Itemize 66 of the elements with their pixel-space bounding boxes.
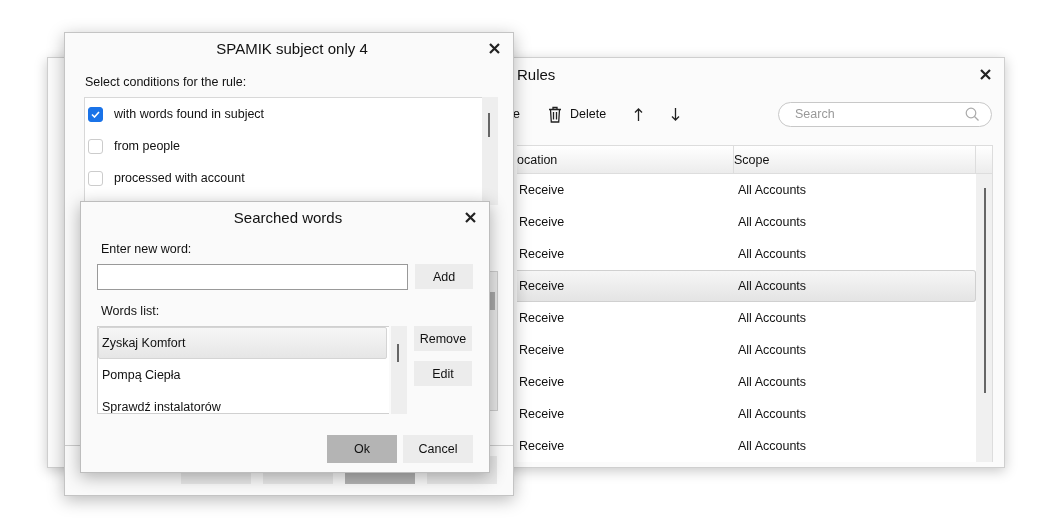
table-row[interactable]: Receive All Accounts [517,430,976,462]
table-cell-text: Receive [518,406,566,423]
close-button[interactable] [463,210,477,224]
condition-label[interactable]: with words found in subject [114,107,265,121]
close-button[interactable] [978,67,992,81]
table-cell-text: All Accounts [737,374,808,391]
table-cell-text: Receive [518,246,566,263]
table-cell-text: Receive [518,182,566,199]
close-icon [488,42,500,54]
table-cell-text: Receive [518,438,566,455]
table-cell-text: Receive [518,374,566,391]
condition-label[interactable]: from people [114,139,180,153]
table-cell-text: All Accounts [737,310,808,327]
scrollbar-thumb[interactable] [984,188,986,393]
close-button[interactable] [487,41,501,55]
table-cell-text: All Accounts [737,406,808,423]
list-item[interactable]: Sprawdź instalatorów [98,391,387,413]
table-row[interactable]: Receive All Accounts [517,302,976,334]
column-header[interactable]: Scope [734,146,976,173]
table-row[interactable]: Receive All Accounts [517,206,976,238]
arrow-down-icon [671,107,681,121]
dialog-button[interactable]: Cancel [403,435,473,463]
checkbox[interactable] [88,106,103,122]
checkbox[interactable] [88,170,103,186]
add-button[interactable]: Add [415,264,473,289]
table-cell-text: Receive [518,214,566,231]
dialog-title: SPAMIK subject only 4 [215,39,369,57]
table-row[interactable]: Receive All Accounts [517,270,976,302]
delete-button[interactable]: Delete [547,101,607,127]
table-cell-text: Receive [518,342,566,359]
table-row[interactable]: Receive All Accounts [517,238,976,270]
list-item[interactable]: Zyskaj Komfort [98,327,387,359]
dialog-title: Searched words [232,208,344,226]
trash-icon [547,105,562,123]
list-label: Words list: [101,304,161,320]
table-cell-text: All Accounts [737,278,808,295]
close-icon [979,68,991,80]
window-title: Rules [517,65,557,83]
table-cell-text: All Accounts [737,182,808,199]
condition-label[interactable]: processed with account [114,171,245,185]
checkbox[interactable] [88,138,103,154]
conditions-label: Select conditions for the rule: [85,75,248,91]
table-row[interactable]: Receive All Accounts [517,366,976,398]
arrow-up-icon [634,107,644,121]
table-cell-text: Receive [518,278,566,295]
word-input[interactable] [97,264,408,290]
field-label: Enter new word: [101,242,193,258]
table-cell-text: All Accounts [737,246,808,263]
column-header[interactable]: ocation [517,146,734,173]
list-item[interactable]: Pompą Ciepła [98,359,387,391]
table-row[interactable]: Receive All Accounts [517,398,976,430]
table-cell-text: All Accounts [737,342,808,359]
dialog-button[interactable]: Ok [327,435,397,463]
list-action-button[interactable]: Remove [414,326,472,351]
list-action-button[interactable]: Edit [414,361,472,386]
search-icon [965,107,979,121]
toolbar-button[interactable]: e [513,101,520,127]
close-icon [464,211,476,223]
scrollbar[interactable] [482,97,498,205]
table-row[interactable]: Receive All Accounts [517,174,976,206]
table-cell-text: All Accounts [737,214,808,231]
scrollbar[interactable] [391,326,407,414]
table-cell-text: Receive [518,310,566,327]
table-row[interactable]: Receive All Accounts [517,334,976,366]
checkmark-icon [91,110,100,118]
table-cell-text: All Accounts [737,438,808,455]
